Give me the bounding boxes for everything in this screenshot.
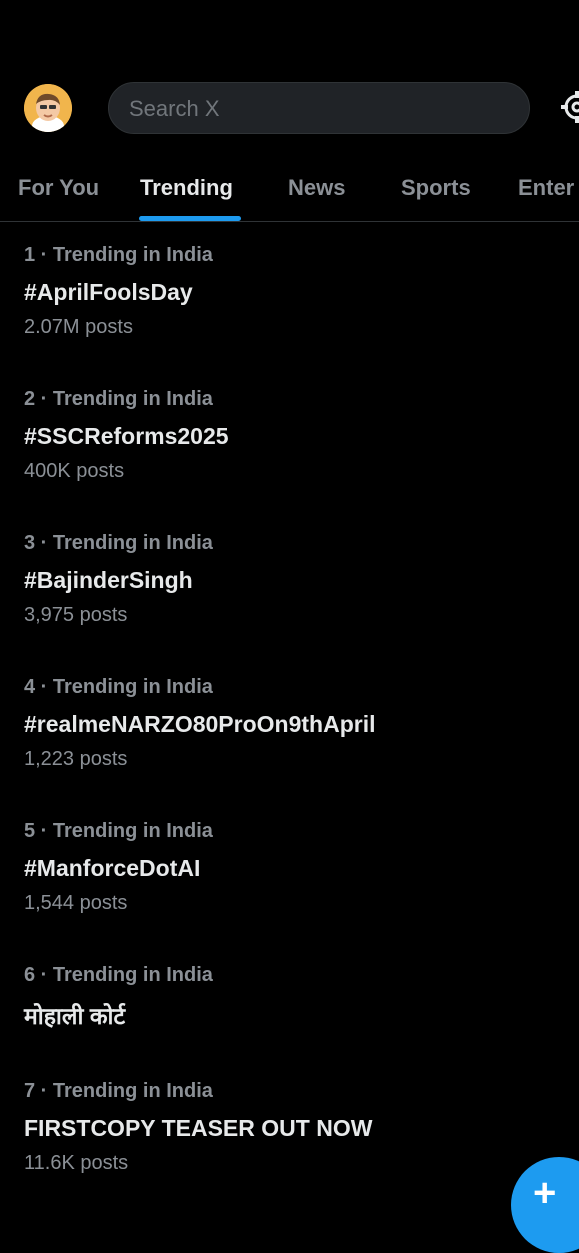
trend-item[interactable]: 2 · Trending in India #SSCReforms2025 40… bbox=[24, 388, 544, 483]
trend-name: #ManforceDotAI bbox=[24, 855, 201, 881]
trend-item[interactable]: 7 · Trending in India FIRSTCOPY TEASER O… bbox=[24, 1080, 544, 1175]
top-bar: For You Trending News Sports Enter bbox=[0, 0, 579, 222]
plus-icon: + bbox=[533, 1171, 557, 1215]
trend-meta: 5 · Trending in India bbox=[24, 820, 213, 842]
trend-item[interactable]: 3 · Trending in India #BajinderSingh 3,9… bbox=[24, 532, 544, 627]
tab-sports[interactable]: Sports bbox=[401, 175, 471, 201]
trend-item[interactable]: 5 · Trending in India #ManforceDotAI 1,5… bbox=[24, 820, 544, 915]
trend-meta: 2 · Trending in India bbox=[24, 388, 213, 410]
trend-meta: 7 · Trending in India bbox=[24, 1080, 213, 1102]
trend-post-count: 400K posts bbox=[24, 460, 125, 482]
trend-meta: 6 · Trending in India bbox=[24, 964, 213, 986]
trend-post-count: 2.07M posts bbox=[24, 316, 133, 338]
tab-news[interactable]: News bbox=[288, 175, 345, 201]
trend-name: FIRSTCOPY TEASER OUT NOW bbox=[24, 1115, 373, 1141]
tab-trending[interactable]: Trending bbox=[140, 175, 233, 201]
tab-for-you[interactable]: For You bbox=[18, 175, 99, 201]
trend-meta: 4 · Trending in India bbox=[24, 676, 213, 698]
settings-button[interactable] bbox=[560, 90, 579, 124]
trend-post-count: 1,223 posts bbox=[24, 748, 128, 770]
trend-name: #BajinderSingh bbox=[24, 567, 193, 593]
avatar-image bbox=[24, 84, 72, 132]
trend-item[interactable]: 4 · Trending in India #realmeNARZO80ProO… bbox=[24, 676, 544, 771]
trend-name: मोहाली कोर्ट bbox=[24, 1003, 126, 1029]
trend-name: #realmeNARZO80ProOn9thApril bbox=[24, 711, 376, 737]
tab-entertainment[interactable]: Enter bbox=[518, 175, 574, 201]
active-tab-indicator bbox=[139, 216, 241, 221]
trend-item[interactable]: 1 · Trending in India #AprilFoolsDay 2.0… bbox=[24, 244, 544, 339]
trend-meta: 1 · Trending in India bbox=[24, 244, 213, 266]
gear-icon bbox=[561, 91, 579, 123]
tab-bar: For You Trending News Sports Enter bbox=[0, 160, 579, 222]
avatar[interactable] bbox=[24, 84, 72, 132]
trend-item[interactable]: 6 · Trending in India मोहाली कोर्ट bbox=[24, 964, 544, 1031]
search-bar[interactable] bbox=[108, 82, 530, 135]
trend-meta: 3 · Trending in India bbox=[24, 532, 213, 554]
search-input[interactable] bbox=[127, 83, 511, 135]
trend-post-count: 3,975 posts bbox=[24, 604, 128, 626]
trend-post-count: 1,544 posts bbox=[24, 892, 128, 914]
trend-name: #AprilFoolsDay bbox=[24, 279, 193, 305]
trend-post-count: 11.6K posts bbox=[24, 1152, 129, 1174]
trend-name: #SSCReforms2025 bbox=[24, 423, 229, 449]
